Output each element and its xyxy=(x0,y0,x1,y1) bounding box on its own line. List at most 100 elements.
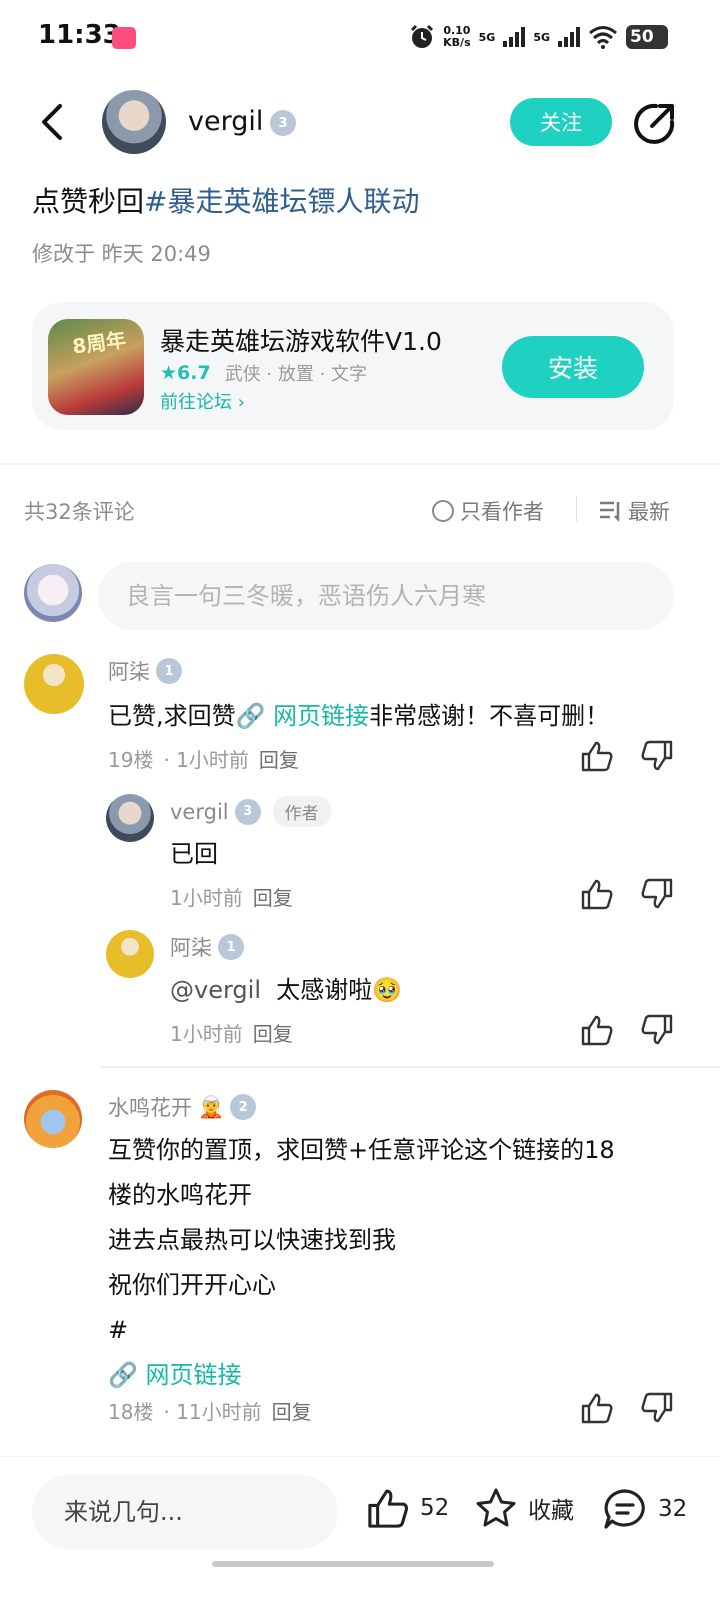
commenter-avatar[interactable] xyxy=(24,1090,82,1148)
level-badge: 1 xyxy=(218,934,244,960)
reply-item: 阿柒 1 @vergil 太感谢啦🥹 1小时前 回复 xyxy=(0,926,720,1056)
thumbs-down-icon[interactable] xyxy=(640,740,674,772)
star-icon[interactable] xyxy=(474,1487,518,1529)
bottom-bar: 52 收藏 32 xyxy=(0,1456,720,1600)
post-topic-tag[interactable]: #暴走英雄坛镖人联动 xyxy=(144,185,419,218)
radio-circle-icon[interactable] xyxy=(432,500,454,522)
sort-icon xyxy=(600,501,620,522)
thumbs-down-icon[interactable] xyxy=(640,1014,674,1046)
collect-button[interactable]: 收藏 xyxy=(474,1487,574,1529)
reply-button[interactable]: 回复 xyxy=(259,744,299,773)
post-header: vergil 3 关注 xyxy=(0,84,720,164)
mention-link[interactable]: @vergil xyxy=(170,976,261,1004)
app-tags: 武侠 · 放置 · 文字 xyxy=(224,364,368,385)
replier-name-text: vergil xyxy=(170,799,229,824)
app-name[interactable]: 暴走英雄坛游戏软件V1.0 xyxy=(160,322,442,358)
comment-count: 共32条评论 xyxy=(24,500,135,524)
comment-text-suffix: 非常感谢！不喜可删！ xyxy=(369,702,610,730)
reply-button[interactable]: 回复 xyxy=(253,882,293,911)
follow-button[interactable]: 关注 xyxy=(510,98,612,146)
author-tag: 作者 xyxy=(272,796,331,827)
notification-app-icon xyxy=(112,27,136,49)
comment-text: 互赞你的置顶，求回赞+任意评论这个链接的18 楼的水鸣花开 进去点最热可以快速找… xyxy=(108,1128,688,1398)
thumbs-down-icon[interactable] xyxy=(640,878,674,910)
thumbs-up-icon[interactable] xyxy=(580,878,614,910)
comment-input[interactable] xyxy=(98,562,674,630)
section-divider xyxy=(0,463,720,465)
signal-icon-2 xyxy=(558,27,580,47)
back-arrow-icon[interactable] xyxy=(34,100,74,144)
battery-icon: 50 xyxy=(626,25,668,49)
reply-time: 1小时前 xyxy=(170,886,243,910)
thumbs-up-icon[interactable] xyxy=(366,1487,410,1529)
like-count: 52 xyxy=(420,1495,450,1521)
net-speed: 0.10 KB/s xyxy=(443,25,470,49)
comment-floor: 19楼 xyxy=(108,748,154,772)
replier-name[interactable]: vergil 3 作者 xyxy=(170,796,331,827)
reply-item: vergil 3 作者 已回 1小时前 回复 xyxy=(0,790,720,920)
app-card[interactable]: 8周年 暴走英雄坛游戏软件V1.0 ★6.7 武侠 · 放置 · 文字 前往论坛… xyxy=(32,302,674,430)
level-badge: 2 xyxy=(230,1094,257,1120)
comment-input-row xyxy=(0,558,720,634)
reply-button[interactable]: 回复 xyxy=(253,1018,293,1047)
comment-line: 祝你们开开心心 xyxy=(108,1271,276,1299)
replier-avatar[interactable] xyxy=(106,794,154,842)
my-avatar xyxy=(24,564,82,622)
reply-text: 已回 xyxy=(170,840,218,868)
author-only-toggle[interactable]: 只看作者 xyxy=(432,496,544,526)
replier-name[interactable]: 阿柒 1 xyxy=(170,932,244,962)
signal-5g-label-2: 5G xyxy=(533,30,550,44)
like-button[interactable]: 52 xyxy=(366,1487,449,1529)
author-only-label: 只看作者 xyxy=(460,500,544,524)
alarm-icon xyxy=(411,24,434,48)
reply-button[interactable]: 回复 xyxy=(272,1396,312,1425)
web-link[interactable]: 🔗 网页链接 xyxy=(236,702,370,730)
wifi-icon xyxy=(589,26,617,49)
level-badge: 1 xyxy=(156,658,182,684)
comment-time: · 1小时前 xyxy=(163,748,249,772)
thumbs-down-icon[interactable] xyxy=(640,1392,674,1424)
forum-link[interactable]: 前往论坛 › xyxy=(160,388,245,414)
post-title-text: 点赞秒回 xyxy=(32,185,145,218)
bottom-comment-input[interactable] xyxy=(32,1475,338,1549)
install-button[interactable]: 安装 xyxy=(502,336,644,398)
app-icon[interactable]: 8周年 xyxy=(48,319,144,415)
reply-text-body: 太感谢啦🥹 xyxy=(276,976,403,1004)
status-icons: 0.10 KB/s 5G 5G 50 xyxy=(409,22,668,52)
share-icon[interactable] xyxy=(634,102,676,144)
thumbs-up-icon[interactable] xyxy=(580,1392,614,1424)
comment-divider xyxy=(100,1066,720,1068)
net-speed-unit: KB/s xyxy=(443,36,471,49)
commenter-name-text: 水鸣花开 xyxy=(108,1096,192,1120)
comment-line: 楼的水鸣花开 xyxy=(108,1181,252,1209)
comments-button[interactable]: 32 xyxy=(602,1487,687,1531)
comment-line: 进去点最热可以快速找到我 xyxy=(108,1226,396,1254)
commenter-name[interactable]: 水鸣花开 🧝 2 xyxy=(108,1092,257,1122)
sort-toggle[interactable]: 最新 xyxy=(598,496,670,526)
level-badge: 3 xyxy=(234,798,261,825)
user-emoji: 🧝 xyxy=(198,1094,225,1119)
author-avatar[interactable] xyxy=(102,90,166,154)
sort-label: 最新 xyxy=(628,500,670,524)
comment-time: · 11小时前 xyxy=(163,1400,262,1424)
comment-floor: 18楼 xyxy=(108,1400,154,1424)
replier-avatar[interactable] xyxy=(106,930,154,978)
app-meta: ★6.7 武侠 · 放置 · 文字 xyxy=(160,360,367,386)
comment-bubble-icon[interactable] xyxy=(602,1487,648,1531)
comment-text: 已赞,求回赞🔗 网页链接非常感谢！不喜可删！ xyxy=(108,694,609,739)
post-modified-time: 修改于 昨天 20:49 xyxy=(32,242,211,266)
status-time: 11:33 xyxy=(38,20,121,50)
comments-count: 32 xyxy=(658,1496,688,1522)
comment-line: # xyxy=(108,1316,129,1344)
commenter-name[interactable]: 阿柒 1 xyxy=(108,656,182,686)
app-icon-text: 8周年 xyxy=(70,327,128,359)
commenter-avatar[interactable] xyxy=(24,654,84,714)
home-indicator[interactable] xyxy=(212,1561,494,1567)
post-title: 点赞秒回#暴走英雄坛镖人联动 xyxy=(32,180,419,220)
comments-toolbar: 共32条评论 只看作者 最新 xyxy=(0,490,720,530)
thumbs-up-icon[interactable] xyxy=(580,1014,614,1046)
status-bar: 11:33 0.10 KB/s 5G 5G 50 xyxy=(0,0,720,78)
author-username[interactable]: vergil xyxy=(188,106,263,137)
collect-label: 收藏 xyxy=(528,1498,574,1524)
thumbs-up-icon[interactable] xyxy=(580,740,614,772)
